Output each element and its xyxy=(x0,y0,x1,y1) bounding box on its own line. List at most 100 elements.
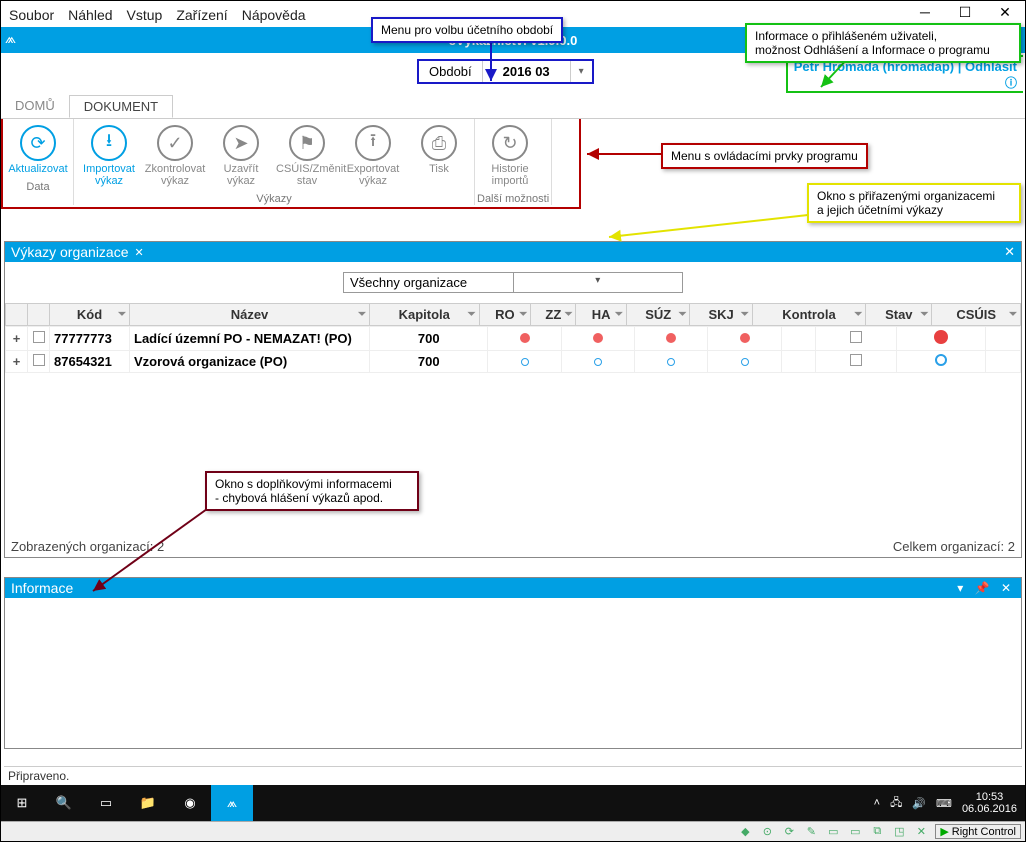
stav-dot-icon xyxy=(935,354,947,366)
remote-icon[interactable]: ⊙ xyxy=(759,824,775,840)
tab-domu[interactable]: DOMŮ xyxy=(1,95,69,118)
filter-icon[interactable]: ⏷ xyxy=(118,309,126,320)
col-zz[interactable]: ZZ⏷ xyxy=(531,304,576,326)
minimize-button[interactable]: ─ xyxy=(905,1,945,23)
filter-icon[interactable]: ⏷ xyxy=(564,309,572,320)
btn-zkontrolovat-vykaz[interactable]: ✓Zkontrolovat výkaz xyxy=(142,121,208,191)
explorer-icon[interactable]: 📁 xyxy=(127,785,169,821)
callout-ribbon: Menu s ovládacími prvky programu xyxy=(661,143,868,169)
status-dot-icon xyxy=(667,358,675,366)
remote-right-control[interactable]: ▶Right Control xyxy=(935,824,1021,839)
filter-icon[interactable]: ⏷ xyxy=(678,309,686,320)
app-logo-icon: ⩕ xyxy=(5,30,25,50)
panel-close-icon[interactable]: ✕ xyxy=(1001,581,1015,595)
panel-pin-icon[interactable]: 📌 xyxy=(975,581,994,595)
btn-historie-importu[interactable]: ↻Historie importů xyxy=(477,121,543,191)
col-csuis[interactable]: CSÚIS⏷ xyxy=(932,304,1021,326)
check-icon: ✓ xyxy=(157,125,193,161)
org-table: Kód⏷ Název⏷ Kapitola⏷ RO⏷ ZZ⏷ HA⏷ SÚZ⏷ S… xyxy=(5,303,1021,326)
row-checkbox[interactable] xyxy=(33,331,45,343)
grid-close-right-icon[interactable]: ✕ xyxy=(1004,244,1015,260)
callout-period: Menu pro volbu účetního období xyxy=(371,17,563,43)
grid-close-icon[interactable]: ✕ xyxy=(135,246,144,259)
expand-icon[interactable]: + xyxy=(13,354,21,369)
tab-dokument[interactable]: DOKUMENT xyxy=(69,95,173,118)
col-skj[interactable]: SKJ⏷ xyxy=(690,304,752,326)
ribbon-tabs: DOMŮ DOKUMENT xyxy=(1,95,1025,119)
menu-zarizeni[interactable]: Zařízení xyxy=(176,7,227,23)
col-kontrola[interactable]: Kontrola⏷ xyxy=(752,304,865,326)
app-taskbar-icon[interactable]: ⩕ xyxy=(211,785,253,821)
filter-icon[interactable]: ⏷ xyxy=(854,309,862,320)
menu-nahled[interactable]: Náhled xyxy=(68,7,112,23)
callout-info: Okno s doplňkovými informacemi - chybová… xyxy=(205,471,419,511)
period-label: Období xyxy=(419,61,483,82)
panel-dropdown-icon[interactable]: ▾ xyxy=(957,581,967,595)
search-icon[interactable]: 🔍 xyxy=(43,785,85,821)
filter-icon[interactable]: ⏷ xyxy=(920,309,928,320)
remote-icon[interactable]: ◆ xyxy=(737,824,753,840)
btn-aktualizovat[interactable]: ⟳Aktualizovat xyxy=(5,121,71,179)
tray-keyboard-icon[interactable]: ⌨ xyxy=(936,797,952,810)
callout-grid: Okno s přiřazenými organizacemi a jejich… xyxy=(807,183,1021,223)
remote-icon[interactable]: ▭ xyxy=(847,824,863,840)
col-kapitola[interactable]: Kapitola⏷ xyxy=(370,304,480,326)
col-kod[interactable]: Kód⏷ xyxy=(50,304,130,326)
row-checkbox[interactable] xyxy=(33,354,45,366)
tray-network-icon[interactable]: 🖧 xyxy=(890,794,902,813)
filter-icon[interactable]: ⏷ xyxy=(358,309,366,320)
status-dot-icon xyxy=(594,358,602,366)
cell-nazev: Vzorová organizace (PO) xyxy=(130,351,370,373)
taskview-icon[interactable]: ▭ xyxy=(85,785,127,821)
menu-soubor[interactable]: Soubor xyxy=(9,7,54,23)
btn-tisk[interactable]: ⎙Tisk xyxy=(406,121,472,191)
cell-nazev: Ladící územní PO - NEMAZAT! (PO) xyxy=(130,327,370,351)
filter-icon[interactable]: ⏷ xyxy=(519,309,527,320)
col-stav[interactable]: Stav⏷ xyxy=(866,304,932,326)
menu-vstup[interactable]: Vstup xyxy=(127,7,163,23)
btn-importovat-vykaz[interactable]: ⭳Importovat výkaz xyxy=(76,121,142,191)
col-ro[interactable]: RO⏷ xyxy=(479,304,531,326)
menu-napoveda[interactable]: Nápověda xyxy=(242,7,306,23)
chrome-icon[interactable]: ◉ xyxy=(169,785,211,821)
period-dropdown-icon[interactable]: ▾ xyxy=(570,61,592,82)
start-button[interactable]: ⊞ xyxy=(1,785,43,821)
filter-icon[interactable]: ⏷ xyxy=(615,309,623,320)
kontrola-checkbox[interactable] xyxy=(850,331,862,343)
expand-icon[interactable]: + xyxy=(13,331,21,346)
table-row[interactable]: + 87654321 Vzorová organizace (PO) 700 xyxy=(6,351,1021,373)
chevron-down-icon[interactable]: ▾ xyxy=(513,273,683,292)
maximize-button[interactable]: ☐ xyxy=(945,1,985,23)
kontrola-checkbox[interactable] xyxy=(850,354,862,366)
remote-icon[interactable]: ▭ xyxy=(825,824,841,840)
btn-csuis-zmenit-stav[interactable]: ⚑CSÚIS/Změnit stav xyxy=(274,121,340,191)
tray-volume-icon[interactable]: 🔊 xyxy=(912,797,926,810)
remote-icon[interactable]: ⧉ xyxy=(869,824,885,840)
btn-exportovat-vykaz[interactable]: ⭱Exportovat výkaz xyxy=(340,121,406,191)
col-suz[interactable]: SÚZ⏷ xyxy=(626,304,690,326)
group-dalsi-label: Další možnosti xyxy=(477,191,549,205)
filter-icon[interactable]: ⏷ xyxy=(1009,309,1017,320)
remote-icon[interactable]: ✕ xyxy=(913,824,929,840)
org-filter-value: Všechny organizace xyxy=(344,273,513,292)
btn-uzavrit-vykaz[interactable]: ➤Uzavřít výkaz xyxy=(208,121,274,191)
col-ha[interactable]: HA⏷ xyxy=(576,304,626,326)
group-data-label: Data xyxy=(5,179,71,193)
col-nazev[interactable]: Název⏷ xyxy=(130,304,370,326)
callout-user: Informace o přihlášeném uživateli, možno… xyxy=(745,23,1021,63)
table-row[interactable]: + 77777773 Ladící územní PO - NEMAZAT! (… xyxy=(6,327,1021,351)
period-selector[interactable]: Období 2016 03 ▾ xyxy=(417,59,594,84)
clock[interactable]: 10:53 06.06.2016 xyxy=(962,791,1017,815)
status-dot-icon xyxy=(666,333,676,343)
filter-icon[interactable]: ⏷ xyxy=(468,309,476,320)
print-icon: ⎙ xyxy=(421,125,457,161)
remote-icon[interactable]: ◳ xyxy=(891,824,907,840)
filter-icon[interactable]: ⏷ xyxy=(741,309,749,320)
group-vykazy-label: Výkazy xyxy=(76,191,472,205)
org-filter-dropdown[interactable]: Všechny organizace ▾ xyxy=(343,272,683,293)
remote-icon[interactable]: ✎ xyxy=(803,824,819,840)
close-button[interactable]: ✕ xyxy=(985,1,1025,23)
remote-icon[interactable]: ⟳ xyxy=(781,824,797,840)
status-bar: Připraveno. xyxy=(4,766,1022,785)
tray-up-icon[interactable]: ˄ xyxy=(874,797,880,809)
